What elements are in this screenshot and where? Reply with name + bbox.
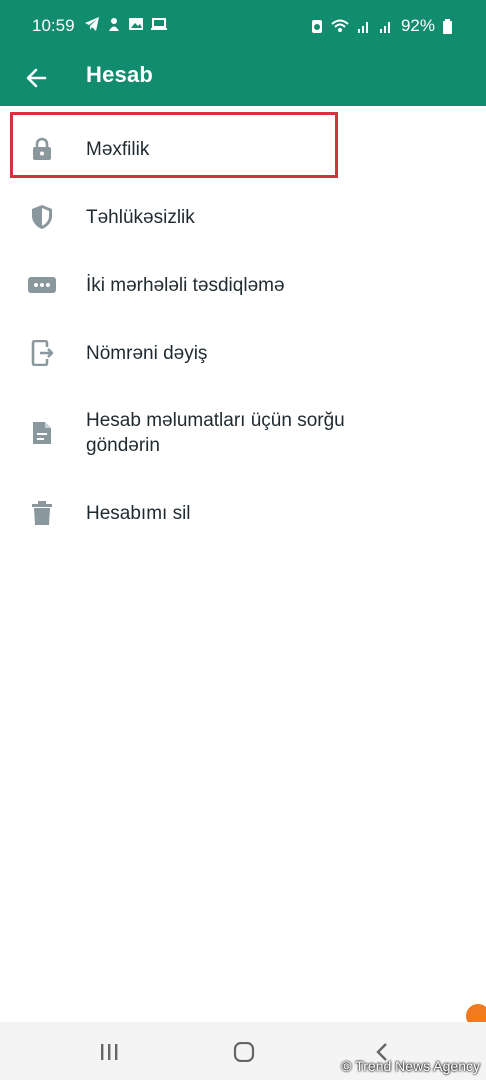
watermark: © Trend News Agency (341, 1058, 480, 1074)
status-time: 10:59 (32, 16, 75, 35)
menu-label-change-number: Nömrəni dəyiş (86, 343, 208, 364)
telegram-icon (85, 17, 99, 31)
app-bar: Hesab (0, 52, 486, 106)
menu-label-request-info: Hesab məlumatları üçün sorğu göndərin (86, 410, 345, 456)
notification-app-icon (109, 18, 119, 31)
navigation-bar: © Trend News Agency (0, 1022, 486, 1080)
menu-label-security: Təhlükəsizlik (86, 207, 195, 228)
signal-icon (357, 22, 368, 33)
system-icons: 92% (311, 16, 452, 36)
battery-icon (443, 18, 452, 34)
menu-item-request-info[interactable]: Hesab məlumatları üçün sorğu göndərin (0, 388, 486, 478)
menu-label-delete-account: Hesabımı sil (86, 503, 191, 524)
laptop-icon (151, 18, 167, 30)
password-dots-icon (28, 271, 56, 299)
recent-apps-icon (101, 1044, 118, 1060)
menu-item-two-step[interactable]: İki mərhələli təsdiqləmə (0, 252, 486, 318)
back-button[interactable] (18, 60, 54, 96)
alarm-icon (311, 20, 322, 33)
menu-item-change-number[interactable]: Nömrəni dəyiş (0, 320, 486, 386)
home-button[interactable] (226, 1038, 262, 1066)
page-title: Hesab (86, 62, 154, 87)
lock-icon (28, 135, 56, 163)
menu-label-two-step: İki mərhələli təsdiqləmə (86, 275, 285, 296)
menu-item-security[interactable]: Təhlükəsizlik (0, 184, 486, 250)
trash-icon (28, 499, 56, 527)
battery-percent: 92% (400, 16, 435, 35)
home-icon (233, 1042, 255, 1062)
menu-item-delete-account[interactable]: Hesabımı sil (0, 480, 486, 546)
signal-icon-2 (379, 22, 390, 33)
shield-icon (28, 203, 56, 231)
back-arrow-icon (26, 68, 47, 88)
status-bar: 10:59 92% (0, 0, 486, 52)
change-number-icon (28, 339, 56, 367)
notification-icons (84, 16, 168, 32)
recent-apps-button[interactable] (91, 1038, 127, 1066)
document-icon (28, 419, 56, 447)
wifi-icon (331, 19, 349, 32)
menu-item-privacy[interactable]: Məxfilik (0, 116, 486, 182)
menu-label-privacy: Məxfilik (86, 139, 150, 160)
gallery-icon (129, 18, 143, 30)
